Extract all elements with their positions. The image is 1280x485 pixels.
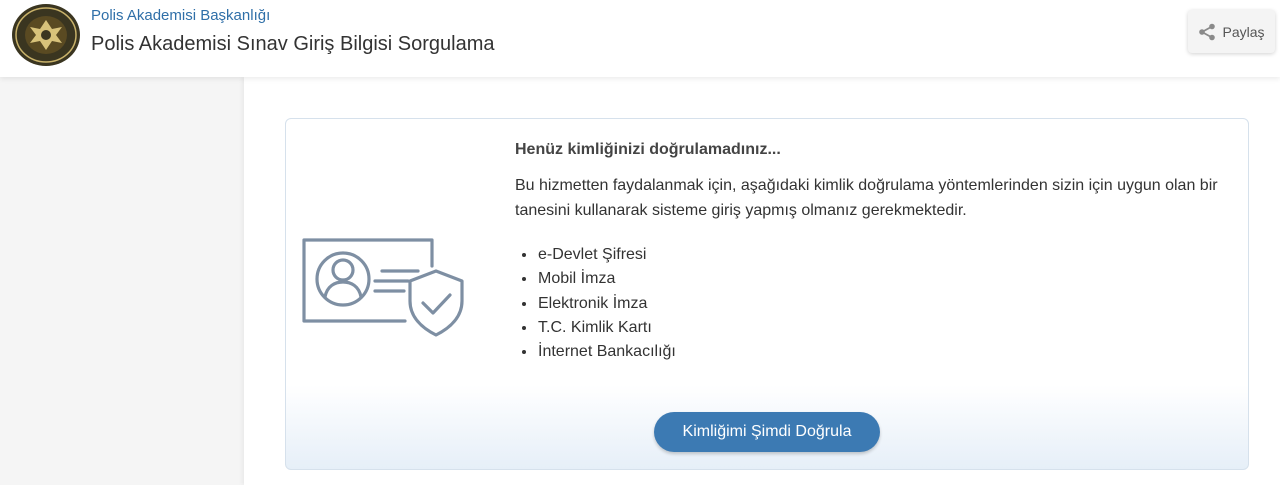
page-title: Polis Akademisi Sınav Giriş Bilgisi Sorg… — [91, 33, 495, 55]
header: Polis Akademisi Başkanlığı Polis Akademi… — [0, 0, 1280, 77]
share-button[interactable]: Paylaş — [1188, 10, 1275, 53]
verification-description: Bu hizmetten faydalanmak için, aşağıdaki… — [515, 177, 1218, 219]
verify-identity-button[interactable]: Kimliğimi Şimdi Doğrula — [654, 412, 880, 452]
verification-warning-title: Henüz kimliğinizi doğrulamadınız... — [515, 141, 781, 158]
list-item: T.C. Kimlik Kartı — [537, 316, 1235, 340]
share-icon — [1199, 23, 1216, 40]
sidebar — [0, 77, 244, 485]
org-name-link[interactable]: Polis Akademisi Başkanlığı — [91, 7, 270, 24]
verification-content: Henüz kimliğinizi doğrulamadınız... Bu h… — [515, 137, 1235, 364]
main-content: Henüz kimliğinizi doğrulamadınız... Bu h… — [244, 77, 1280, 485]
list-item: Mobil İmza — [537, 267, 1235, 291]
verification-card: Henüz kimliğinizi doğrulamadınız... Bu h… — [285, 118, 1249, 470]
verification-methods-list: e-Devlet Şifresi Mobil İmza Elektronik İ… — [515, 243, 1235, 364]
share-button-label: Paylaş — [1222, 23, 1265, 40]
list-item: İnternet Bankacılığı — [537, 340, 1235, 364]
id-card-shield-icon — [302, 238, 464, 337]
police-academy-logo-icon[interactable] — [11, 3, 81, 67]
list-item: e-Devlet Şifresi — [537, 243, 1235, 267]
list-item: Elektronik İmza — [537, 292, 1235, 316]
